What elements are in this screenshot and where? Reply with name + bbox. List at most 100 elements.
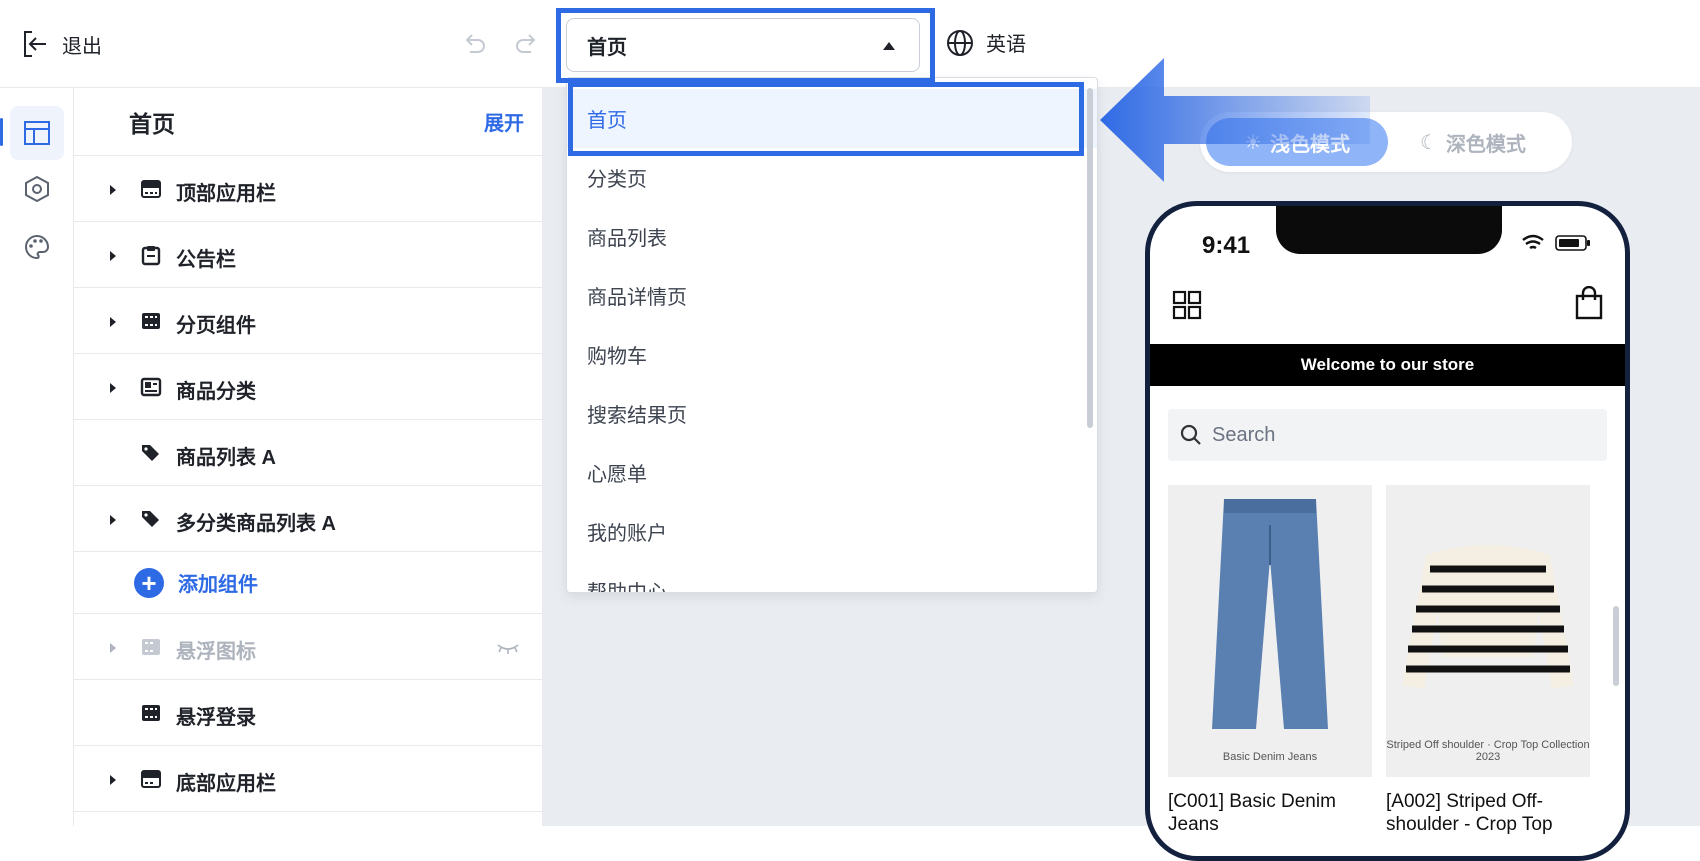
product-image[interactable]: Basic Denim Jeans xyxy=(1168,485,1372,777)
language-label: 英语 xyxy=(986,34,1026,56)
expand-caret-icon[interactable] xyxy=(110,775,116,785)
tags-icon xyxy=(142,511,159,527)
tags-icon xyxy=(142,445,159,461)
wifi-icon xyxy=(1522,234,1544,250)
store-header xyxy=(1150,276,1625,346)
component-label: 商品分类 xyxy=(176,381,256,403)
globe-icon xyxy=(947,29,973,56)
clipboard-icon xyxy=(141,246,161,266)
page-select-value: 首页 xyxy=(587,36,627,59)
product-card[interactable]: Striped Off shoulder · Crop Top Collecti… xyxy=(1386,485,1590,837)
component-row-top-app-bar[interactable]: 顶部应用栏 xyxy=(74,156,542,222)
expand-caret-icon[interactable] xyxy=(110,383,116,393)
page-select-dropdown: 首页 分类页 商品列表 商品详情页 购物车 搜索结果页 心愿单 我的账户 帮助中… xyxy=(566,77,1098,593)
expand-all-button[interactable]: 展开 xyxy=(484,107,524,136)
dropdown-option-my-account[interactable]: 我的账户 xyxy=(567,502,1097,561)
layout-icon xyxy=(24,121,50,145)
striped-top-image xyxy=(1402,545,1574,689)
expand-caret-icon[interactable] xyxy=(110,643,116,653)
product-image-caption: Striped Off shoulder · Crop Top Collecti… xyxy=(1386,739,1590,763)
phone-preview: 9:41 Welcome to our store Search Basic D… xyxy=(1145,201,1630,861)
product-name[interactable]: [A002] Striped Off-shoulder - Crop Top xyxy=(1386,791,1590,837)
pointer-arrow-icon xyxy=(1100,58,1370,182)
rail-active-marker xyxy=(0,118,3,146)
dropdown-option-home[interactable]: 首页 xyxy=(567,89,1097,148)
expand-caret-icon[interactable] xyxy=(110,515,116,525)
component-label: 底部应用栏 xyxy=(176,773,276,795)
panel-header: 首页 展开 xyxy=(74,88,542,156)
component-label: 公告栏 xyxy=(176,249,236,271)
expand-caret-icon[interactable] xyxy=(110,251,116,261)
component-row-pagination[interactable]: 分页组件 xyxy=(74,288,542,354)
status-icons xyxy=(1521,234,1591,252)
component-row-announcement[interactable]: 公告栏 xyxy=(74,222,542,288)
dropdown-option-product-list[interactable]: 商品列表 xyxy=(567,207,1097,266)
expand-caret-icon[interactable] xyxy=(110,317,116,327)
component-row-floating-icon[interactable]: 悬浮图标 xyxy=(74,614,542,680)
jeans-image xyxy=(1212,499,1328,729)
dropdown-option-search-results[interactable]: 搜索结果页 xyxy=(567,384,1097,443)
app-bar-icon xyxy=(141,180,161,198)
rail-theme-button[interactable] xyxy=(10,220,64,274)
component-label: 商品列表 A xyxy=(176,447,276,469)
plus-icon: + xyxy=(134,567,164,598)
film-grid-icon xyxy=(142,639,160,655)
dropdown-option-help-center[interactable]: 帮助中心 xyxy=(567,561,1097,592)
exit-label: 退出 xyxy=(62,35,102,58)
panel-title: 首页 xyxy=(129,110,175,137)
caret-up-icon xyxy=(883,42,895,50)
page-select[interactable]: 首页 xyxy=(566,18,920,72)
component-row-bottom-app-bar[interactable]: 底部应用栏 xyxy=(74,746,542,812)
palette-icon xyxy=(25,234,50,260)
component-panel: 首页 展开 顶部应用栏 公告栏 分页组件 商品分类 商品列表 A 多分类商品列表… xyxy=(74,88,543,826)
moon-icon: ☾ xyxy=(1420,131,1438,154)
phone-notch xyxy=(1276,206,1502,254)
film-grid-icon xyxy=(142,705,160,721)
product-image[interactable]: Striped Off shoulder · Crop Top Collecti… xyxy=(1386,485,1590,777)
id-card-icon xyxy=(140,377,162,397)
component-row-product-list-a[interactable]: 商品列表 A xyxy=(74,420,542,486)
grid-menu-icon[interactable] xyxy=(1172,290,1202,320)
shopping-bag-icon[interactable] xyxy=(1575,286,1603,320)
expand-caret-icon[interactable] xyxy=(110,185,116,195)
component-row-categories[interactable]: 商品分类 xyxy=(74,354,542,420)
battery-icon xyxy=(1555,235,1590,251)
product-card[interactable]: Basic Denim Jeans [C001] Basic Denim Jea… xyxy=(1168,485,1372,837)
component-label: 分页组件 xyxy=(176,315,256,337)
dropdown-option-cart[interactable]: 购物车 xyxy=(567,325,1097,384)
component-label: 顶部应用栏 xyxy=(176,183,276,205)
component-label: 悬浮图标 xyxy=(176,641,256,663)
hexagon-settings-icon xyxy=(25,175,49,203)
dropdown-option-category[interactable]: 分类页 xyxy=(567,148,1097,207)
status-time: 9:41 xyxy=(1202,232,1251,259)
undo-icon[interactable] xyxy=(460,30,488,58)
redo-icon[interactable] xyxy=(513,30,541,58)
product-name[interactable]: [C001] Basic Denim Jeans xyxy=(1168,791,1372,837)
dropdown-option-product-detail[interactable]: 商品详情页 xyxy=(567,266,1097,325)
component-label: 悬浮登录 xyxy=(176,707,256,729)
product-image-caption: Basic Denim Jeans xyxy=(1222,751,1318,763)
rail-layout-button[interactable] xyxy=(10,106,64,160)
app-bar-icon xyxy=(141,770,161,788)
store-search-input[interactable]: Search xyxy=(1168,409,1607,461)
phone-scrollbar[interactable] xyxy=(1613,606,1619,686)
component-row-floating-login[interactable]: 悬浮登录 xyxy=(74,680,542,746)
rail-settings-button[interactable] xyxy=(10,162,64,216)
dropdown-option-wishlist[interactable]: 心愿单 xyxy=(567,443,1097,502)
add-component-label: 添加组件 xyxy=(178,574,258,596)
component-row-multi-category-list-a[interactable]: 多分类商品列表 A xyxy=(74,486,542,552)
search-icon xyxy=(1180,424,1201,445)
announcement-banner: Welcome to our store xyxy=(1150,344,1625,386)
component-label: 多分类商品列表 A xyxy=(176,513,336,535)
icon-rail xyxy=(0,88,74,826)
dark-mode-label: 深色模式 xyxy=(1445,133,1526,156)
exit-icon xyxy=(24,31,46,57)
dropdown-scrollbar[interactable] xyxy=(1087,88,1093,428)
exit-button[interactable]: 退出 xyxy=(22,27,102,61)
top-toolbar: 退出 首页 英语 xyxy=(0,0,1700,88)
add-component-button[interactable]: + 添加组件 xyxy=(74,552,542,614)
eye-closed-icon[interactable] xyxy=(496,642,520,656)
film-grid-icon xyxy=(142,313,160,329)
language-switcher[interactable]: 英语 xyxy=(946,28,1026,57)
dark-mode-button[interactable]: ☾ 深色模式 xyxy=(1420,118,1560,166)
